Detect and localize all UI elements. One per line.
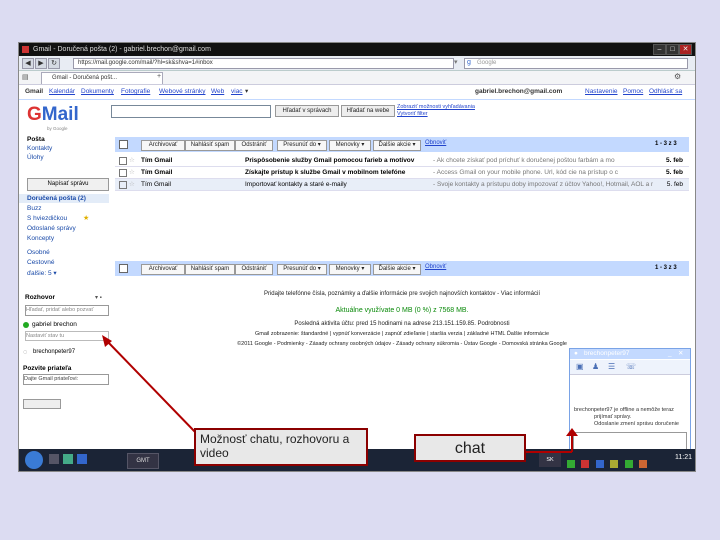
right-arrow-head: [566, 428, 578, 436]
left-arrow-line: [105, 339, 199, 436]
annotation-chat-options: Možnosť chatu, rozhovoru a video: [194, 428, 368, 466]
annotation-chat: chat: [414, 434, 526, 462]
